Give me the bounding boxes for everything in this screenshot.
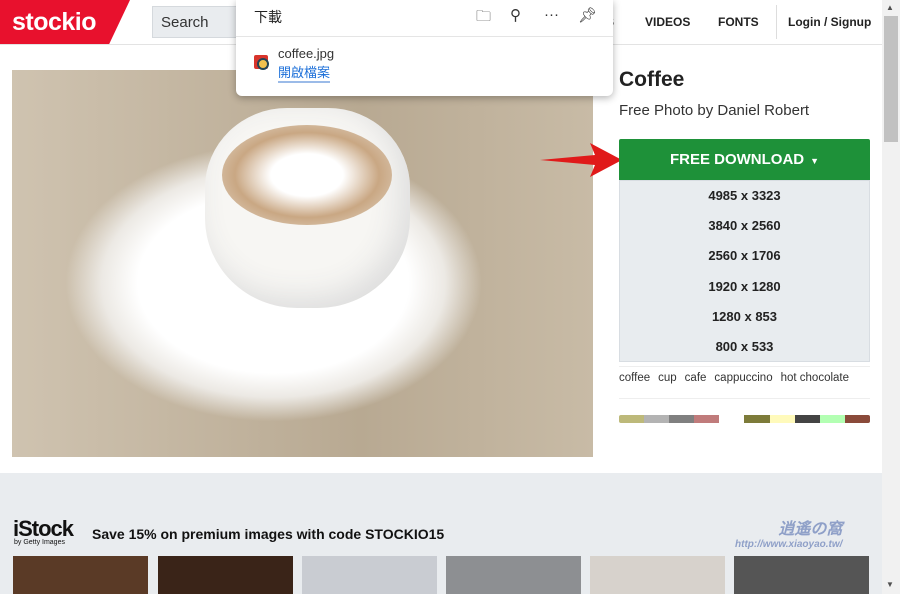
search-icon[interactable]: ⚲ — [510, 6, 521, 24]
size-option[interactable]: 3840 x 2560 — [620, 211, 869, 241]
open-file-link[interactable]: 開啟檔案 — [278, 62, 331, 83]
palette-swatch[interactable] — [744, 415, 770, 423]
red-arrow-icon — [540, 143, 622, 177]
scroll-up-icon[interactable]: ▲ — [886, 3, 894, 12]
nav-videos[interactable]: VIDEOS — [645, 15, 690, 29]
download-label: FREE DOWNLOAD — [669, 151, 805, 168]
tag[interactable]: hot chocolate — [781, 372, 849, 384]
watermark-line1: 逍遙の窩 — [778, 521, 843, 538]
tag[interactable]: coffee — [619, 372, 650, 384]
palette-swatch[interactable] — [719, 415, 745, 423]
nav-fonts[interactable]: FONTS — [718, 15, 759, 29]
tag-list: coffee cup cafe cappuccino hot chocolate — [619, 372, 857, 384]
downloads-title: 下載 — [254, 9, 282, 25]
size-option[interactable]: 1920 x 1280 — [620, 272, 869, 302]
file-icon — [254, 55, 269, 70]
scrollbar-thumb[interactable] — [884, 16, 898, 142]
logo[interactable]: stockio — [0, 0, 130, 44]
palette-swatch[interactable] — [619, 415, 645, 423]
divider — [236, 36, 613, 37]
login-signup-link[interactable]: Login / Signup — [788, 15, 871, 29]
more-icon[interactable]: ··· — [544, 6, 559, 23]
palette-swatch[interactable] — [769, 415, 795, 423]
caret-down-icon: ▼ — [810, 156, 820, 166]
downloads-panel: 下載 🗀 ⚲ ··· 📌︎ coffee.jpg 開啟檔案 — [236, 0, 613, 96]
folder-icon[interactable]: 🗀 — [476, 6, 491, 31]
nav-divider — [776, 5, 777, 39]
scroll-down-icon[interactable]: ▼ — [886, 580, 894, 589]
divider — [619, 398, 870, 399]
palette-swatch[interactable] — [669, 415, 695, 423]
palette-swatch[interactable] — [819, 415, 845, 423]
size-option[interactable]: 2560 x 1706 — [620, 241, 869, 271]
free-download-button[interactable]: FREE DOWNLOAD ▼ — [619, 139, 870, 180]
palette-swatch[interactable] — [644, 415, 670, 423]
size-option[interactable]: 4985 x 3323 — [620, 181, 869, 211]
watermark-line2: http://www.xiaoyao.tw/ — [735, 539, 843, 550]
tag[interactable]: cafe — [685, 372, 707, 384]
size-option[interactable]: 800 x 533 — [620, 332, 869, 362]
thumbnail[interactable] — [734, 556, 869, 594]
thumbnail[interactable] — [446, 556, 581, 594]
palette-swatch[interactable] — [694, 415, 720, 423]
thumbnail[interactable] — [13, 556, 148, 594]
tag[interactable]: cappuccino — [714, 372, 772, 384]
promo-text: Save 15% on premium images with code STO… — [92, 526, 445, 542]
file-name[interactable]: coffee.jpg — [278, 46, 334, 61]
photo-subtitle: Free Photo by Daniel Robert — [619, 102, 810, 119]
size-list: 4985 x 3323 3840 x 2560 2560 x 1706 1920… — [619, 180, 870, 362]
pin-icon[interactable]: 📌︎ — [578, 6, 597, 24]
palette-swatch[interactable] — [794, 415, 820, 423]
size-option[interactable]: 1280 x 853 — [620, 302, 869, 332]
palette-swatch[interactable] — [844, 415, 870, 423]
thumbnail[interactable] — [590, 556, 725, 594]
istock-logo-sub: by Getty Images — [14, 539, 65, 546]
photo-title: Coffee — [619, 68, 685, 91]
divider — [619, 366, 870, 367]
watermark: 逍遙の窩 http://www.xiaoyao.tw/ — [735, 515, 842, 550]
thumbnail[interactable] — [302, 556, 437, 594]
tag[interactable]: cup — [658, 372, 677, 384]
foam-image — [222, 125, 392, 225]
color-palette — [619, 415, 870, 423]
thumbnail[interactable] — [158, 556, 293, 594]
